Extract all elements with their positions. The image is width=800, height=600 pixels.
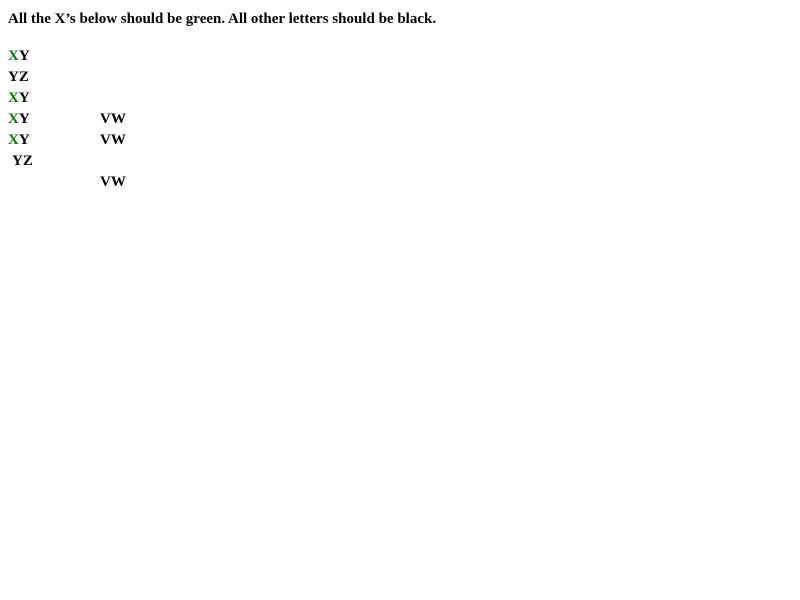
letter-w: W: [110, 174, 126, 190]
letter-w: W: [110, 111, 126, 127]
letter-row-4-right: VW: [100, 110, 126, 128]
letter-y: Y: [18, 111, 30, 127]
letter-row-3: XY: [8, 89, 30, 107]
letter-x: X: [8, 48, 19, 64]
letter-v: V: [100, 111, 111, 127]
letter-w: W: [110, 132, 126, 148]
letter-row-6: YZ: [12, 152, 33, 170]
letter-row-2: YZ: [8, 68, 29, 86]
letter-y: Y: [18, 90, 30, 106]
letter-z: Z: [18, 69, 29, 85]
letter-y: Y: [18, 48, 30, 64]
letter-v: V: [100, 132, 111, 148]
letter-x: X: [8, 132, 19, 148]
letter-y: Y: [12, 153, 23, 169]
letter-row-5-right: VW: [100, 131, 126, 149]
letter-v: V: [100, 174, 111, 190]
test-page: { "instruction": "All the X’s below shou…: [0, 0, 800, 600]
letter-y: Y: [8, 69, 19, 85]
letter-row-1: XY: [8, 47, 30, 65]
letter-row-7-right: VW: [100, 173, 126, 191]
letter-row-5: XY: [8, 131, 30, 149]
letter-row-4: XY: [8, 110, 30, 128]
letter-z: Z: [22, 153, 33, 169]
letter-x: X: [8, 111, 19, 127]
letter-y: Y: [18, 132, 30, 148]
letter-x: X: [8, 90, 19, 106]
instruction-text: All the X’s below should be green. All o…: [8, 11, 437, 27]
